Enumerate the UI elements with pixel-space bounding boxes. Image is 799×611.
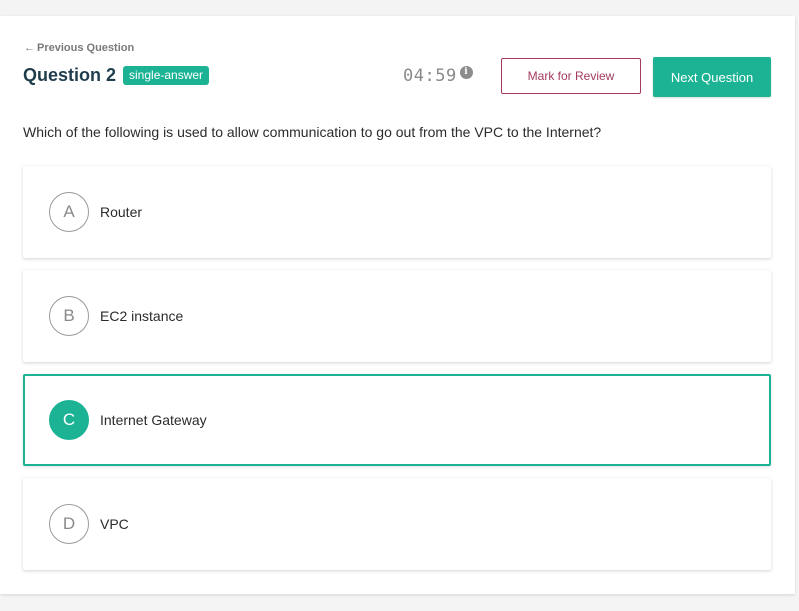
option-letter: B: [49, 296, 89, 336]
option-letter: C: [49, 400, 89, 440]
option-text: VPC: [100, 516, 129, 532]
timer-value: 04:59: [403, 66, 457, 86]
option-a[interactable]: A Router: [23, 166, 771, 258]
question-type-badge: single-answer: [123, 66, 210, 85]
option-text: Internet Gateway: [100, 412, 207, 428]
question-title: Question 2: [23, 65, 117, 85]
option-letter: D: [49, 504, 89, 544]
info-icon[interactable]: i: [459, 65, 473, 79]
option-text: Router: [100, 204, 143, 220]
question-text: Which of the following is used to allow …: [23, 124, 602, 140]
option-letter: A: [49, 192, 89, 232]
mark-for-review-button[interactable]: Mark for Review: [501, 58, 641, 94]
arrow-left-icon: ←: [24, 42, 35, 54]
option-b[interactable]: B EC2 instance: [23, 270, 771, 362]
next-question-button[interactable]: Next Question: [653, 57, 771, 97]
countdown-timer: 04:59 i: [403, 65, 473, 86]
option-c[interactable]: C Internet Gateway: [23, 374, 771, 466]
option-d[interactable]: D VPC: [23, 478, 771, 570]
question-header: Question 2 single-answer: [23, 65, 210, 86]
previous-question-link[interactable]: ← Previous Question: [24, 42, 134, 54]
option-text: EC2 instance: [100, 308, 184, 324]
previous-question-label: Previous Question: [37, 42, 135, 54]
